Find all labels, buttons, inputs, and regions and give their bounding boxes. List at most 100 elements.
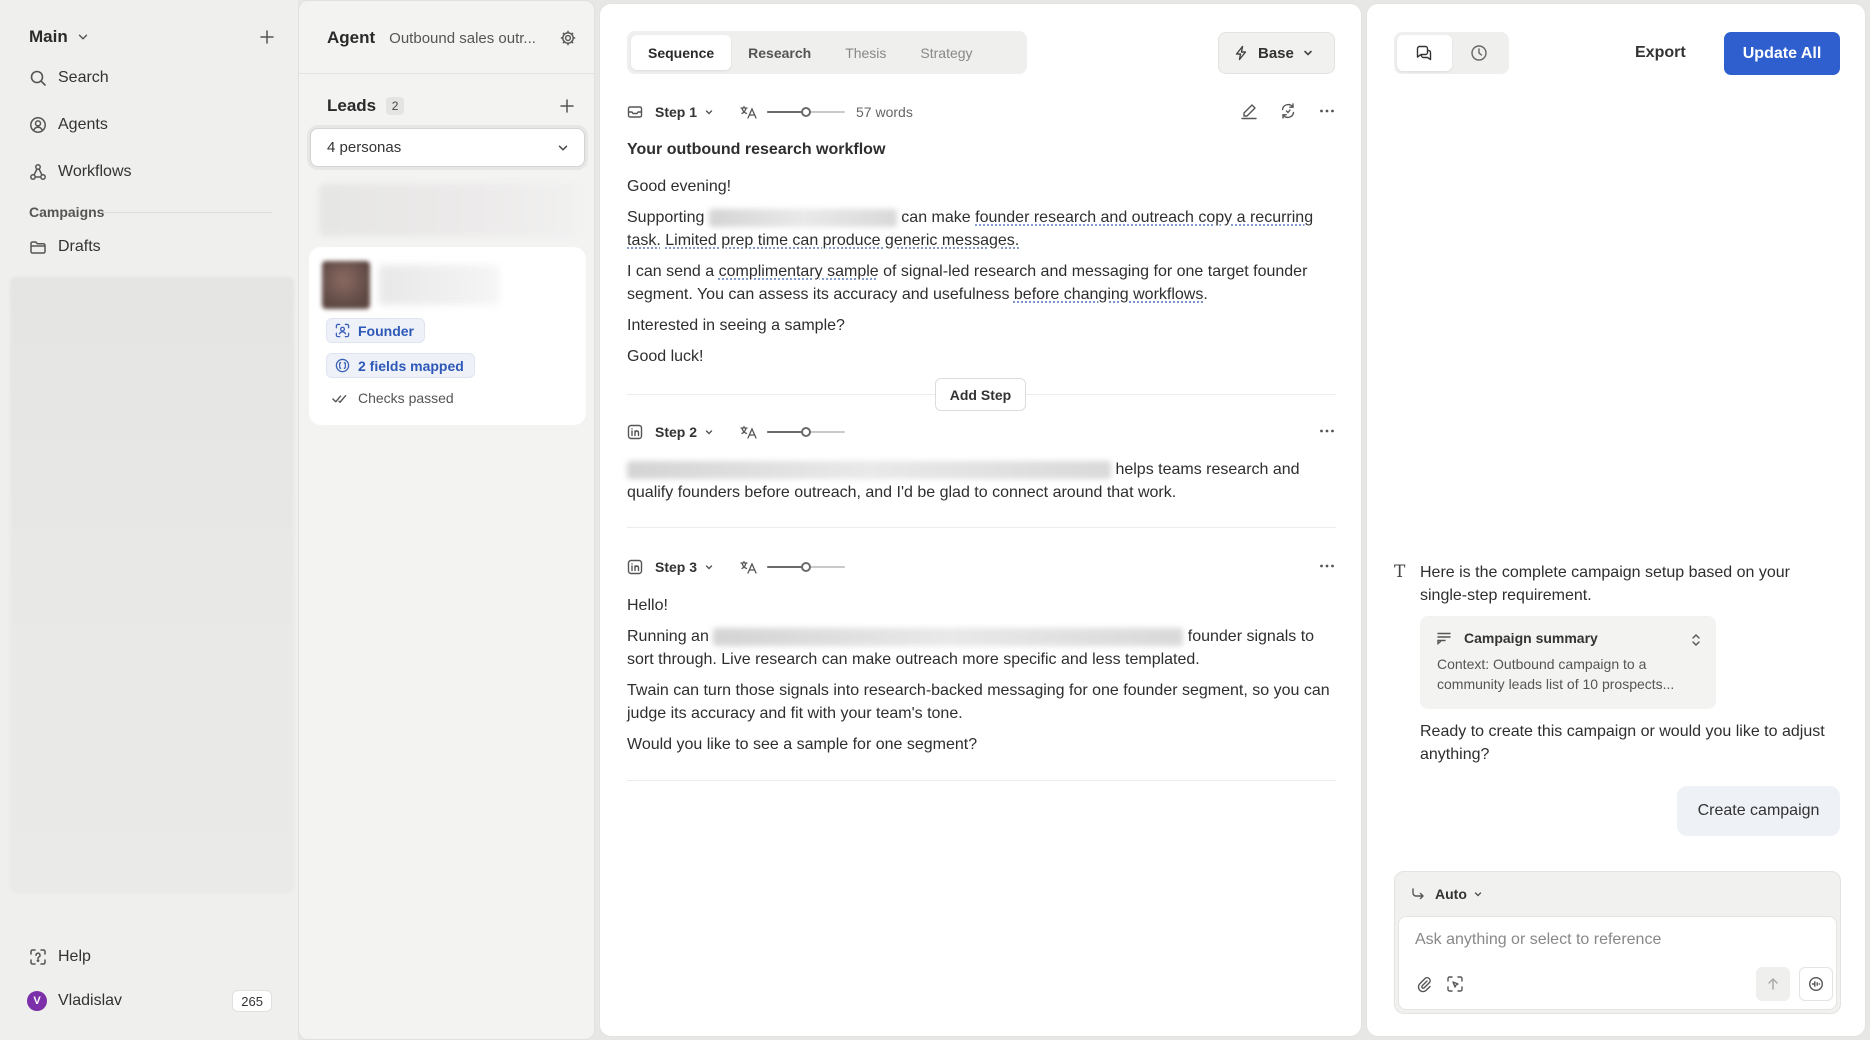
help-icon xyxy=(29,948,47,966)
view-toggle xyxy=(1394,32,1509,74)
tab-research[interactable]: Research xyxy=(731,35,828,70)
chevron-down-icon xyxy=(1302,47,1314,59)
edit-icon[interactable] xyxy=(1240,102,1258,120)
paragraph: Twain can turn those signals into resear… xyxy=(627,682,1330,722)
paragraph: I can send a complimentary sample of sig… xyxy=(627,260,1339,306)
nav-item-label: Workflows xyxy=(58,163,132,180)
add-step-button[interactable]: Add Step xyxy=(935,378,1026,411)
plus-icon[interactable] xyxy=(257,27,277,47)
slider-handle[interactable] xyxy=(801,562,812,572)
leads-header: Leads 2 xyxy=(327,95,577,117)
leads-panel: Agent Outbound sales outr... Leads 2 4 p… xyxy=(298,0,595,1040)
send-button[interactable] xyxy=(1756,967,1790,1001)
chevron-down-icon[interactable] xyxy=(704,107,714,117)
step-3-body[interactable]: Hello! Running an founder signals to sor… xyxy=(627,594,1339,764)
workspace-switcher[interactable]: Main xyxy=(29,26,277,48)
history-view-button[interactable] xyxy=(1452,35,1507,71)
role-tag-label: Founder xyxy=(358,322,414,339)
text: I can send a xyxy=(627,263,715,280)
persona-select[interactable]: 4 personas xyxy=(310,128,585,167)
agent-header: Agent Outbound sales outr... xyxy=(327,27,577,49)
arrow-up-icon xyxy=(1766,977,1780,991)
add-lead-icon[interactable] xyxy=(557,96,577,116)
redacted-lead-item[interactable] xyxy=(319,184,579,236)
lead-card[interactable]: Founder 2 fields mapped Checks passed xyxy=(309,247,586,425)
redacted-text xyxy=(627,460,1111,479)
gear-icon[interactable] xyxy=(559,29,577,47)
chat-view-button[interactable] xyxy=(1397,35,1452,71)
tab-sequence[interactable]: Sequence xyxy=(631,35,732,70)
slider-handle[interactable] xyxy=(801,107,812,117)
regenerate-icon[interactable] xyxy=(1279,102,1297,120)
create-campaign-button[interactable]: Create campaign xyxy=(1677,786,1840,836)
more-icon[interactable] xyxy=(1318,557,1336,575)
suggestion-highlight[interactable]: before changing workflows xyxy=(1014,286,1203,303)
nav-item-label: Search xyxy=(58,69,109,86)
leads-label: Leads xyxy=(327,96,377,115)
chat-icon xyxy=(1415,44,1433,62)
nav-item-search[interactable]: Search xyxy=(29,65,109,91)
attachment-icon[interactable] xyxy=(1415,975,1433,993)
chevron-down-icon[interactable] xyxy=(704,562,714,572)
agent-label: Agent xyxy=(327,28,376,47)
text: Running an xyxy=(627,628,709,645)
slider-handle[interactable] xyxy=(801,427,812,437)
assistant-message: Here is the complete campaign setup base… xyxy=(1420,564,1790,604)
step-label[interactable]: Step 3 xyxy=(655,559,697,575)
mode-label: Base xyxy=(1258,44,1294,62)
persona-select-value: 4 personas xyxy=(327,139,402,156)
nav-item-drafts[interactable]: Drafts xyxy=(29,234,101,260)
step-divider xyxy=(627,527,1336,528)
expand-icon[interactable] xyxy=(1690,632,1702,648)
model-mode-dropdown[interactable]: Auto xyxy=(1411,886,1493,902)
email-icon xyxy=(627,104,643,120)
step-label[interactable]: Step 1 xyxy=(655,104,697,120)
more-icon[interactable] xyxy=(1318,422,1336,440)
voice-button[interactable] xyxy=(1799,967,1833,1001)
redacted-text xyxy=(708,208,897,227)
nav-item-help[interactable]: Help xyxy=(29,944,91,970)
step-2-toolbar: Step 2 xyxy=(627,420,1336,444)
tab-strategy[interactable]: Strategy xyxy=(903,35,989,70)
nav-item-agents[interactable]: Agents xyxy=(29,112,108,138)
suggestion-highlight[interactable]: complimentary sample xyxy=(719,263,879,280)
update-all-button[interactable]: Update All xyxy=(1724,32,1840,75)
agent-name[interactable]: Outbound sales outr... xyxy=(389,30,536,47)
linkedin-icon xyxy=(627,559,643,575)
chevron-down-icon[interactable] xyxy=(704,427,714,437)
credits-badge: 265 xyxy=(232,990,272,1012)
lead-photo xyxy=(322,261,370,309)
select-reference-icon[interactable] xyxy=(1446,975,1464,993)
route-icon xyxy=(1411,887,1425,901)
suggestion-highlight[interactable]: Limited prep time can produce generic me… xyxy=(665,232,1019,249)
export-button[interactable]: Export xyxy=(1635,44,1686,62)
step-label[interactable]: Step 2 xyxy=(655,424,697,440)
nav-item-label: Drafts xyxy=(58,238,101,255)
chevron-down-icon xyxy=(1473,889,1483,899)
mode-dropdown[interactable]: Base xyxy=(1218,32,1335,74)
tone-slider[interactable] xyxy=(767,559,846,575)
divider xyxy=(299,73,594,74)
assistant-panel: Export Update All T Here is the complete… xyxy=(1366,3,1866,1037)
user-profile[interactable]: V Vladislav 265 xyxy=(27,989,272,1013)
step-2-body[interactable]: helps teams research and qualify founder… xyxy=(627,458,1339,512)
tone-slider[interactable] xyxy=(767,424,846,440)
chat-input[interactable] xyxy=(1415,927,1815,953)
avatar: V xyxy=(27,991,47,1011)
email-subject: Your outbound research workflow xyxy=(627,141,886,158)
step-3-toolbar: Step 3 xyxy=(627,555,1336,579)
section-heading-campaigns: Campaigns xyxy=(29,204,105,220)
fields-mapped-tag[interactable]: 2 fields mapped xyxy=(326,353,475,378)
more-icon[interactable] xyxy=(1318,102,1336,120)
redacted-campaign-list xyxy=(10,277,294,893)
checks-status: Checks passed xyxy=(332,390,454,406)
campaign-summary-card[interactable]: Campaign summary Context: Outbound campa… xyxy=(1420,616,1716,709)
step-1-toolbar: Step 1 57 words xyxy=(627,100,1336,124)
step-1-body[interactable]: Your outbound research workflow Good eve… xyxy=(627,138,1339,376)
tab-thesis[interactable]: Thesis xyxy=(828,35,903,70)
tone-slider[interactable] xyxy=(767,104,846,120)
nav-item-workflows[interactable]: Workflows xyxy=(29,159,132,185)
leads-count-badge: 2 xyxy=(386,97,405,115)
chevron-down-icon xyxy=(76,30,90,44)
word-count: 57 words xyxy=(856,104,913,120)
